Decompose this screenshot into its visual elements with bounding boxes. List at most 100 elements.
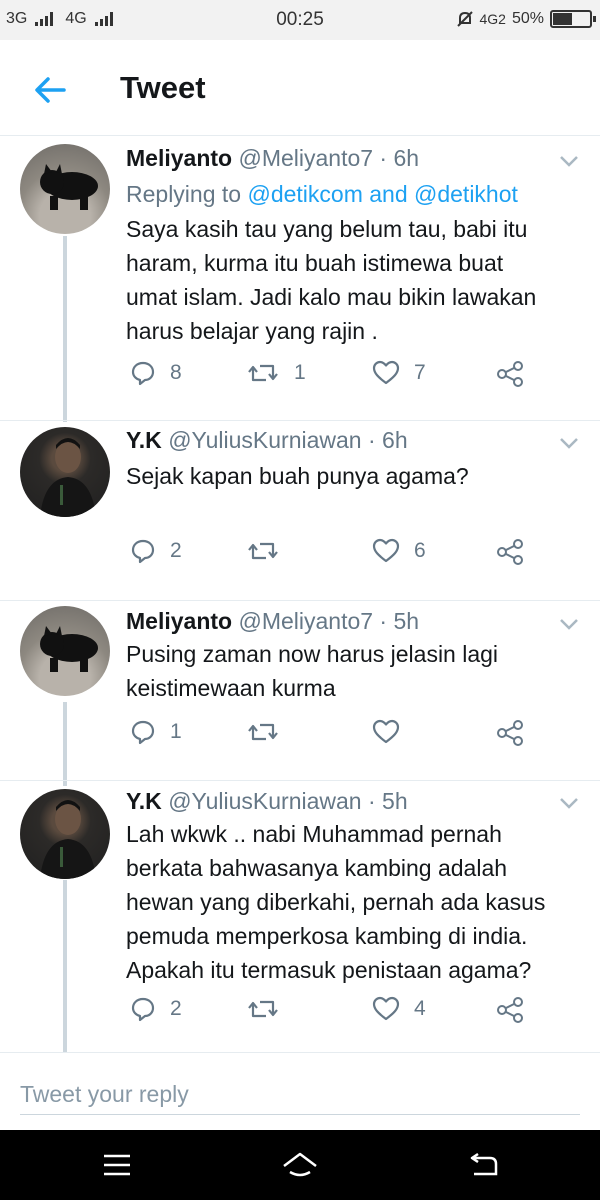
reply-icon [131,361,155,386]
heart-icon [372,719,400,744]
like-count: 4 [414,997,426,1020]
chevron-down-icon[interactable] [558,154,580,168]
author-name[interactable]: Meliyanto [126,608,232,634]
tweet[interactable]: Meliyanto @Meliyanto7 · 5h Pusing zaman … [0,601,600,780]
tweet-actions: 2 6 [126,538,546,568]
avatar[interactable] [20,789,110,879]
tweet-text-line: pemuda memperkosa kambing di india. [126,923,528,949]
like-button[interactable]: 6 [372,538,426,564]
replying-to-prefix: Replying to [126,181,248,207]
tweet[interactable]: Meliyanto @Meliyanto7 · 6h Replying to @… [0,136,600,420]
share-button[interactable] [496,996,524,1024]
author-handle[interactable]: @YuliusKurniawan · 5h [168,788,407,814]
mute-icon [456,11,473,27]
heart-icon [372,996,400,1021]
tweet-actions: 2 4 [126,996,546,1026]
replying-to-link[interactable]: @detikcom and @detikhot [247,181,517,207]
retweet-icon [248,364,278,382]
tweet-text-line: hewan yang diberkahi, pernah ada kasus [126,889,546,915]
reply-button[interactable]: 2 [130,996,182,1022]
tweet-text: Lah wkwk .. nabi Muhammad pernah berkata… [126,817,586,987]
tweet[interactable]: Y.K @YuliusKurniawan · 6h Sejak kapan bu… [0,421,600,600]
retweet-button[interactable]: 1 [246,360,306,386]
reply-count: 1 [170,720,182,743]
tweet-text-line: harus belajar yang rajin . [126,318,378,344]
reply-icon [131,539,155,564]
tweet-text-line: Pusing zaman now harus jelasin lagi [126,641,499,667]
reply-count: 2 [170,539,182,562]
tweet-text-line: keistimewaan kurma [126,675,336,701]
share-icon [497,720,523,746]
tweet-text: Pusing zaman now harus jelasin lagi keis… [126,637,586,705]
menu-icon[interactable] [102,1152,132,1178]
reply-button[interactable]: 1 [130,719,182,745]
tweet-meta: Meliyanto @Meliyanto7 · 5h [126,608,419,635]
tweet-text-line: Sejak kapan buah punya agama? [126,463,469,489]
retweet-icon [248,542,278,560]
author-name[interactable]: Meliyanto [126,145,232,171]
author-name[interactable]: Y.K [126,427,162,453]
reply-button[interactable]: 8 [130,360,182,386]
status-bar: 3G 4G 00:25 4G2 50% [0,0,600,40]
avatar[interactable] [20,427,110,517]
page-title: Tweet [120,70,206,105]
home-icon[interactable] [280,1150,320,1180]
avatar[interactable] [20,144,110,234]
chevron-down-icon[interactable] [558,796,580,810]
status-right: 4G2 50% [456,10,596,28]
tweet-text-line: Apakah itu termasuk penistaan agama? [126,957,532,983]
reply-icon [131,997,155,1022]
tweet-actions: 1 [126,719,546,749]
system-nav-bar [0,1130,600,1200]
tweet-meta: Y.K @YuliusKurniawan · 5h [126,788,408,815]
tweet[interactable]: Y.K @YuliusKurniawan · 5h Lah wkwk .. na… [0,781,600,1052]
back-icon[interactable] [468,1150,500,1180]
retweet-button[interactable] [246,719,294,745]
retweet-button[interactable] [246,996,294,1022]
share-button[interactable] [496,719,524,747]
reply-button[interactable]: 2 [130,538,182,564]
retweet-icon [248,1000,278,1018]
reply-count: 2 [170,997,182,1020]
share-button[interactable] [496,360,524,388]
retweet-icon [248,723,278,741]
tweet-actions: 8 1 7 [126,360,546,390]
author-handle[interactable]: @Meliyanto7 · 5h [238,608,419,634]
battery-icon [550,10,596,28]
tweet-text-line: haram, kurma itu buah istimewa buat [126,250,504,276]
tweet-text-line: umat islam. Jadi kalo mau bikin lawakan [126,284,537,310]
share-button[interactable] [496,538,524,566]
like-button[interactable]: 4 [372,996,426,1022]
like-button[interactable] [372,719,414,745]
reply-icon [131,720,155,745]
share-icon [497,539,523,565]
reply-input[interactable] [20,1075,580,1115]
tweet-text-line: Saya kasih tau yang belum tau, babi itu [126,216,528,242]
author-handle[interactable]: @Meliyanto7 · 6h [238,145,419,171]
like-count: 6 [414,539,426,562]
chevron-down-icon[interactable] [558,617,580,631]
cat-avatar-image [40,164,98,210]
header: Tweet [0,40,600,136]
like-button[interactable]: 7 [372,360,426,386]
tweet-text-line: berkata bahwasanya kambing adalah [126,855,508,881]
chevron-down-icon[interactable] [558,436,580,450]
share-icon [497,361,523,387]
tweet-meta: Y.K @YuliusKurniawan · 6h [126,427,408,454]
network-label-4g2: 4G2 [479,11,506,27]
author-name[interactable]: Y.K [126,788,162,814]
battery-percent: 50% [511,10,544,27]
share-icon [497,997,523,1023]
tweet-text: Sejak kapan buah punya agama? [126,459,586,493]
tweet-text-line: Lah wkwk .. nabi Muhammad pernah [126,821,502,847]
heart-icon [372,538,400,563]
avatar[interactable] [20,606,110,696]
battery-fill [553,13,572,25]
reply-count: 8 [170,361,182,384]
person-avatar-image [40,800,96,879]
tweet-text: Saya kasih tau yang belum tau, babi itu … [126,212,586,348]
arrow-left-icon [35,77,66,103]
retweet-button[interactable] [246,538,294,564]
author-handle[interactable]: @YuliusKurniawan · 6h [168,427,407,453]
back-button[interactable] [30,70,70,110]
